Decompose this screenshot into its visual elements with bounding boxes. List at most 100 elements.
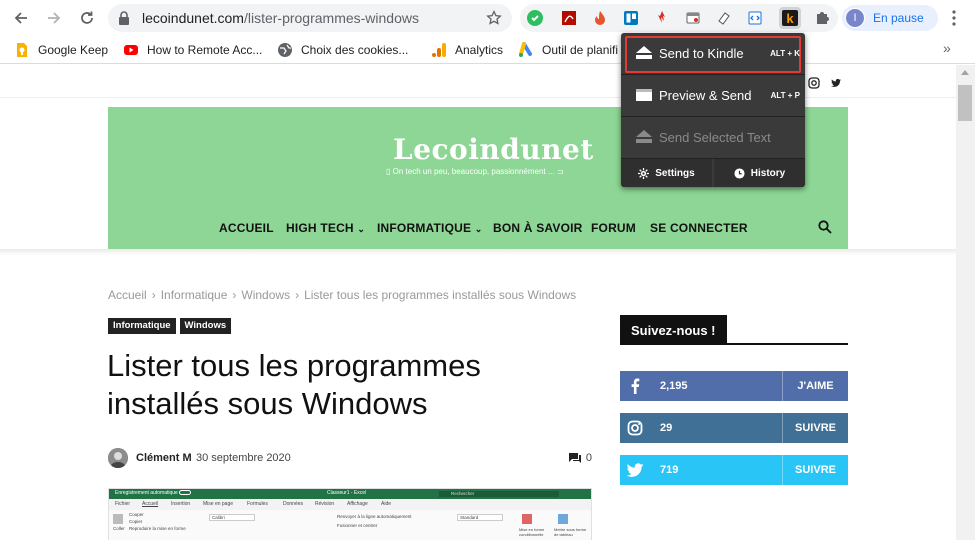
address-bar[interactable]: lecoindunet.com/lister-programmes-window… [108,4,512,32]
settings-button[interactable]: Settings [621,159,712,187]
comments-link[interactable]: 0 [568,452,592,464]
site-tagline: ▯ On tech un peu, beaucoup, passionnémen… [386,167,563,176]
menu-item-accueil[interactable]: ACCUEIL [219,221,274,235]
profile-paused-button[interactable]: I En pause [842,5,938,31]
top-strip [0,65,956,98]
bookmark-label: How to Remote Acc... [147,43,263,57]
screen-extension[interactable] [682,7,704,29]
sidebar-heading-text: Suivez-nous ! [620,315,727,345]
history-button[interactable]: History [714,159,805,187]
google-ads-icon [519,42,532,57]
excel-autosave-toggle [179,490,191,495]
menu-item-forum[interactable]: FORUM [591,221,636,235]
excel-ribbon-label: Fusionner et centrer [337,523,378,528]
pdf-icon [562,11,576,25]
excel-autosave-label: Enregistrement automatique [115,490,178,496]
article-title: Lister tous les programmes installés sou… [107,348,481,421]
bookmark-cookies[interactable]: Choix des cookies... [277,42,408,58]
twitter-follow[interactable]: 719 SUIVRE [620,455,848,485]
excel-ribbon: Couper Copier Reproduire la mise en form… [109,510,591,540]
back-button[interactable] [10,7,32,29]
shield-extension[interactable] [589,7,611,29]
bookmark-google-keep[interactable]: Google Keep [14,42,108,58]
forward-button[interactable] [43,7,65,29]
bookmark-analytics[interactable]: Analytics [431,42,503,58]
evernote-extension[interactable] [524,7,546,29]
facebook-follow[interactable]: 2,195 J'AIME [620,371,848,401]
bookmark-remote-access[interactable]: How to Remote Acc... [123,42,262,58]
preview-and-send-label: Preview & Send [659,88,752,103]
clipboard-icon [113,514,123,524]
menu-item-se-connecter[interactable]: SE CONNECTER [650,221,748,235]
bookmark-planner[interactable]: Outil de planifi [518,42,618,58]
author-avatar[interactable] [108,448,128,468]
excel-ribbon-label: Copier [129,519,143,524]
flame-icon [658,11,665,23]
instagram-icon[interactable] [808,77,820,89]
scroll-up-arrow-icon[interactable] [961,70,969,75]
chevron-double-right-icon: » [943,40,951,56]
url-path: /lister-programmes-windows [243,10,419,26]
google-keep-icon [17,43,27,57]
extensions-menu-button[interactable] [811,7,833,29]
bookmarks-overflow-button[interactable]: » [943,40,951,56]
menu-item-bon-a-savoir[interactable]: BON À SAVOIR [493,221,583,235]
breadcrumb-current: Lister tous les programmes installés sou… [304,288,577,302]
history-label: History [750,167,786,179]
send-to-kindle-popup: Send to Kindle ALT + K Preview & Send AL… [621,33,805,187]
twitter-follow-button[interactable]: SUIVRE [782,455,848,485]
excel-tab: Données [283,501,304,507]
site-logo[interactable]: Lecoindunet [393,133,594,166]
ink-extension[interactable] [713,7,735,29]
excel-ribbon-label: Renvoyer à la ligne automatiquement [337,514,412,519]
reload-button[interactable] [76,7,98,29]
code-extension[interactable] [744,7,766,29]
author-name[interactable]: Clément M [136,452,192,464]
breadcrumb-item[interactable]: Windows [241,288,290,302]
bookmark-star-icon[interactable] [486,10,502,26]
menu-item-high-tech[interactable]: HIGH TECH ⌄ [286,221,365,235]
trello-icon [624,11,638,25]
acrobat-extension[interactable] [558,7,580,29]
popup-footer: Settings History [621,159,805,187]
scrollbar-thumb[interactable] [958,85,972,121]
fire-icon [595,11,605,25]
page-scrollbar[interactable] [956,65,975,540]
globe-icon [278,43,292,57]
facebook-icon [620,371,650,401]
send-selected-text-option[interactable]: Send Selected Text [621,117,805,159]
preview-and-send-option[interactable]: Preview & Send ALT + P [621,75,805,117]
analytics-icon [432,43,446,57]
menu-item-informatique[interactable]: INFORMATIQUE ⌄ [377,221,482,235]
twitter-icon[interactable] [830,77,842,89]
facebook-like-button[interactable]: J'AIME [782,371,848,401]
excel-ribbon-label: Mise en forme conditionnelle [519,527,545,537]
tag-informatique[interactable]: Informatique [108,318,176,334]
bookmark-label: Choix des cookies... [301,43,409,57]
breadcrumb-item[interactable]: Informatique [161,288,228,302]
kindle-icon: k [782,10,798,26]
puzzle-icon [817,12,829,24]
instagram-follow[interactable]: 29 SUIVRE [620,413,848,443]
send-to-kindle-option[interactable]: Send to Kindle ALT + K [621,33,805,75]
instagram-follow-button[interactable]: SUIVRE [782,413,848,443]
facebook-count: 2,195 [660,380,688,392]
flame-extension[interactable] [651,7,673,29]
svg-text:k: k [786,11,794,26]
search-icon[interactable] [818,220,832,234]
preview-shortcut: ALT + P [770,91,800,100]
window-preview-icon [636,89,652,101]
profile-status-label: En pause [873,11,924,25]
send-to-kindle-extension[interactable]: k [779,7,801,29]
sidebar-heading: Suivez-nous ! [620,315,848,345]
chevron-down-icon: ⌄ [474,224,483,234]
trello-extension[interactable] [620,7,642,29]
excel-ribbon-label: Reproduire la mise en forme [129,526,186,531]
tag-windows[interactable]: Windows [179,318,232,334]
browser-toolbar: lecoindunet.com/lister-programmes-window… [0,0,975,36]
excel-tab: Aide [381,501,392,507]
table-format-icon [558,514,568,524]
browser-menu-button[interactable] [944,8,964,28]
breadcrumb-item[interactable]: Accueil [108,288,147,302]
url-text: lecoindunet.com/lister-programmes-window… [142,10,419,26]
